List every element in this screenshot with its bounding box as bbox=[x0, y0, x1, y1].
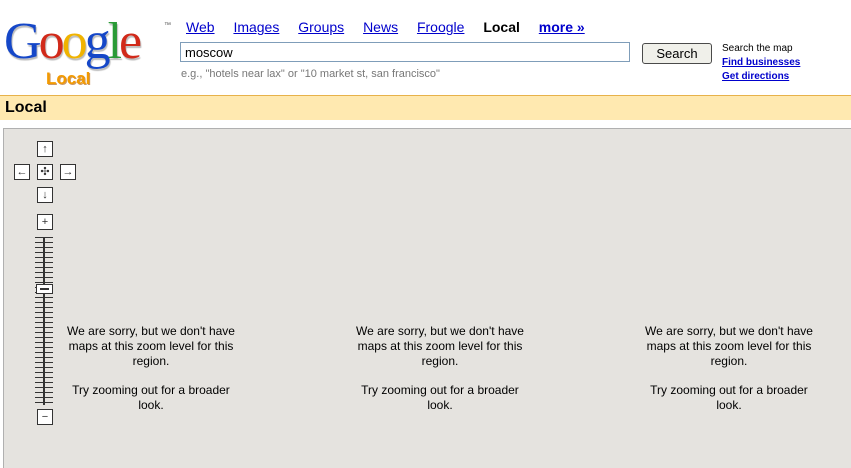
search-button[interactable]: Search bbox=[642, 43, 712, 64]
search-hint: e.g., "hotels near lax" or "10 market st… bbox=[181, 68, 440, 80]
logo-letter: o bbox=[61, 13, 88, 70]
logo-letter: G bbox=[4, 13, 42, 70]
zoom-out-button[interactable]: − bbox=[37, 409, 53, 425]
zoom-slider-knob[interactable] bbox=[36, 284, 53, 294]
tile-advice-text: Try zooming out for a broader look. bbox=[650, 383, 808, 412]
zoom-in-button[interactable]: + bbox=[37, 214, 53, 230]
search-the-map-label: Search the map bbox=[722, 43, 793, 54]
nav-froogle-link[interactable]: Froogle bbox=[417, 19, 464, 35]
google-local-logo[interactable]: Google Local ™ bbox=[4, 14, 172, 92]
search-input[interactable] bbox=[180, 42, 630, 62]
logo-letter: o bbox=[38, 13, 65, 70]
pan-right-button[interactable]: → bbox=[60, 164, 76, 180]
zoom-slider-track[interactable] bbox=[35, 237, 53, 405]
top-nav: Web Images Groups News Froogle Local mor… bbox=[186, 19, 600, 35]
logo-letter: e bbox=[119, 13, 142, 70]
section-title: Local bbox=[5, 99, 47, 116]
pan-left-button[interactable]: ← bbox=[14, 164, 30, 180]
pan-up-button[interactable]: ↑ bbox=[37, 141, 53, 157]
nav-local-active: Local bbox=[483, 19, 520, 35]
nav-news-link[interactable]: News bbox=[363, 19, 398, 35]
logo-trademark: ™ bbox=[164, 22, 171, 29]
tile-sorry-text: We are sorry, but we don't have maps at … bbox=[645, 324, 813, 368]
tile-sorry-text: We are sorry, but we don't have maps at … bbox=[356, 324, 524, 368]
nav-web-link[interactable]: Web bbox=[186, 19, 215, 35]
tile-advice-text: Try zooming out for a broader look. bbox=[72, 383, 230, 412]
section-header: Local bbox=[0, 95, 851, 120]
map-canvas[interactable]: ↑ ← ✣ → ↓ + − We are sorry, but we don't… bbox=[3, 128, 851, 468]
get-directions-link[interactable]: Get directions bbox=[722, 70, 800, 84]
recenter-button[interactable]: ✣ bbox=[37, 164, 53, 180]
nav-groups-link[interactable]: Groups bbox=[298, 19, 344, 35]
logo-subtitle: Local bbox=[46, 69, 91, 88]
tile-message: We are sorry, but we don't have maps at … bbox=[61, 324, 241, 413]
logo-wordmark: Google bbox=[4, 13, 142, 70]
logo-letter: g bbox=[84, 13, 111, 70]
pan-down-button[interactable]: ↓ bbox=[37, 187, 53, 203]
map-search-options: Search the map Find businesses Get direc… bbox=[722, 42, 800, 84]
tile-message: We are sorry, but we don't have maps at … bbox=[350, 324, 530, 413]
logo-letter: l bbox=[107, 13, 123, 70]
tile-advice-text: Try zooming out for a broader look. bbox=[361, 383, 519, 412]
tile-message: We are sorry, but we don't have maps at … bbox=[639, 324, 819, 413]
nav-more-link[interactable]: more » bbox=[539, 19, 585, 35]
nav-images-link[interactable]: Images bbox=[233, 19, 279, 35]
find-businesses-link[interactable]: Find businesses bbox=[722, 56, 800, 70]
tile-sorry-text: We are sorry, but we don't have maps at … bbox=[67, 324, 235, 368]
